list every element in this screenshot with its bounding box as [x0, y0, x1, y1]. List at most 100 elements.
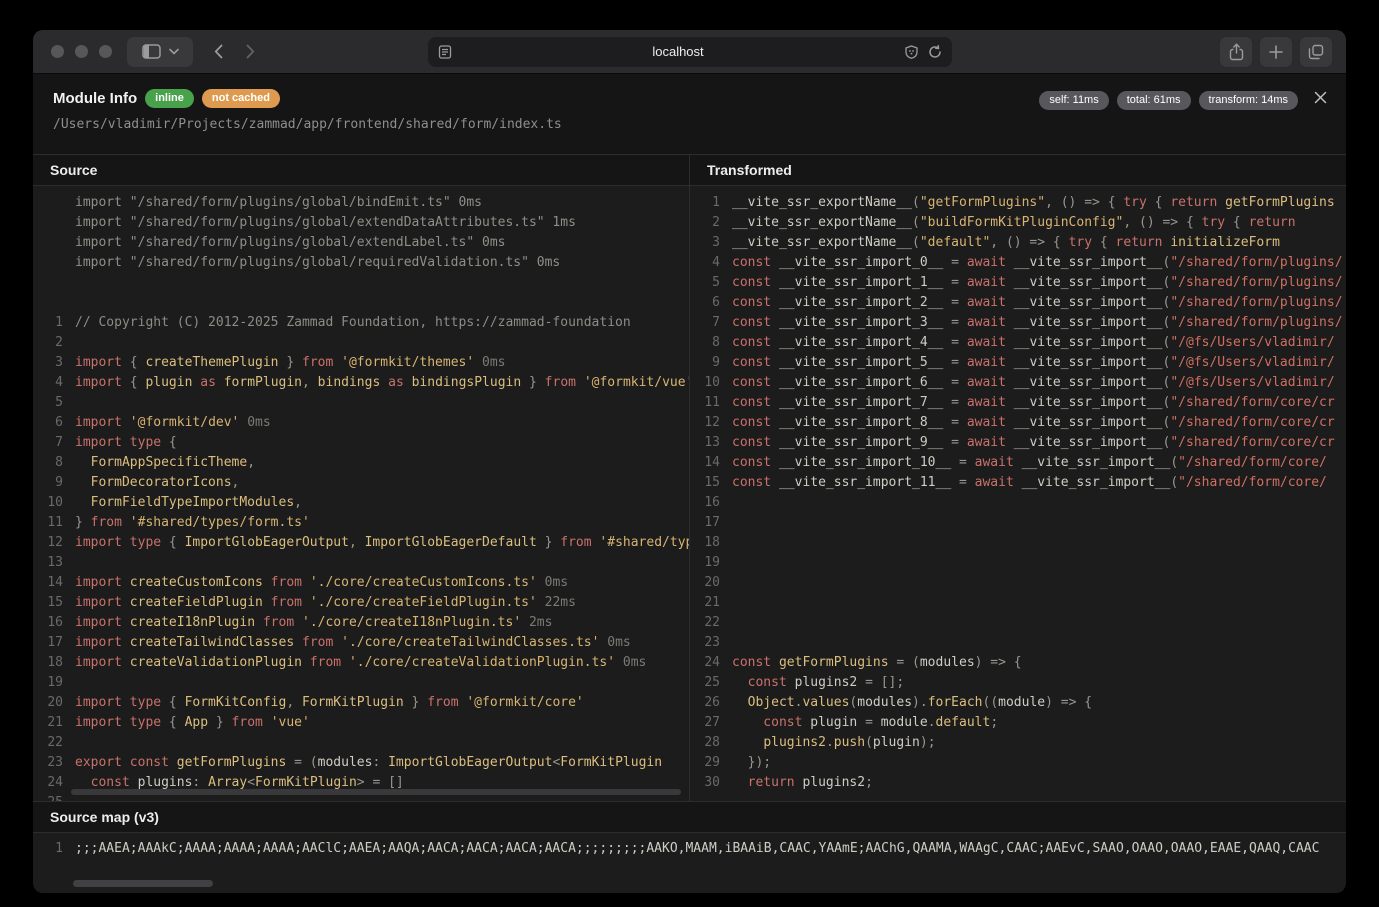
code-line: 1;;;AAEA;AAAkC;AAAA;AAAA;AAAA;AAClC;AAEA…: [33, 839, 1346, 859]
shield-icon[interactable]: [905, 45, 918, 59]
code-line: 18import createValidationPlugin from './…: [33, 653, 689, 673]
source-panel-title: Source: [33, 155, 689, 186]
code-line: 8const __vite_ssr_import_4__ = await __v…: [690, 333, 1346, 353]
code-line: 2: [33, 333, 689, 353]
sidebar-icon: [142, 44, 161, 59]
code-line: 23export const getFormPlugins = (modules…: [33, 753, 689, 773]
code-line: 11const __vite_ssr_import_7__ = await __…: [690, 393, 1346, 413]
code-line: 14const __vite_ssr_import_10__ = await _…: [690, 453, 1346, 473]
code-line: 14import createCustomIcons from './core/…: [33, 573, 689, 593]
inline-badge: inline: [145, 89, 194, 108]
sourcemap-title: Source map (v3): [33, 802, 1346, 833]
code-line: 6const __vite_ssr_import_2__ = await __v…: [690, 293, 1346, 313]
code-line: 3__vite_ssr_exportName__("default", () =…: [690, 233, 1346, 253]
code-line: 9 FormDecoratorIcons,: [33, 473, 689, 493]
page-title: Module Info: [53, 90, 137, 107]
code-line: 12import type { ImportGlobEagerOutput, I…: [33, 533, 689, 553]
code-line: 25 const plugins2 = [];: [690, 673, 1346, 693]
url-bar[interactable]: localhost: [428, 37, 952, 67]
code-line: [33, 273, 689, 293]
close-button[interactable]: [1310, 87, 1330, 107]
code-line: 1__vite_ssr_exportName__("getFormPlugins…: [690, 193, 1346, 213]
code-line: 30 return plugins2;: [690, 773, 1346, 793]
code-panels: Source import "/shared/form/plugins/glob…: [33, 154, 1346, 801]
new-tab-button[interactable]: [1260, 37, 1292, 67]
module-file-path: /Users/vladimir/Projects/zammad/app/fron…: [53, 117, 1326, 132]
code-line: 19: [33, 673, 689, 693]
cache-status-badge: not cached: [202, 89, 280, 108]
close-icon: [1314, 91, 1327, 104]
code-line: 28 plugins2.push(plugin);: [690, 733, 1346, 753]
plus-icon: [1269, 45, 1283, 59]
code-line: 19: [690, 553, 1346, 573]
tab-overview-button[interactable]: [1300, 37, 1332, 67]
code-line: 26 Object.values(modules).forEach((modul…: [690, 693, 1346, 713]
url-text: localhost: [452, 44, 905, 59]
code-line: 4const __vite_ssr_import_0__ = await __v…: [690, 253, 1346, 273]
code-line: 15const __vite_ssr_import_11__ = await _…: [690, 473, 1346, 493]
nav-buttons: [203, 37, 265, 67]
transformed-panel: Transformed 1__vite_ssr_exportName__("ge…: [689, 155, 1346, 801]
code-line: 23: [690, 633, 1346, 653]
traffic-lights: [51, 45, 112, 58]
code-line: 9const __vite_ssr_import_5__ = await __v…: [690, 353, 1346, 373]
code-line: 6import '@formkit/dev' 0ms: [33, 413, 689, 433]
code-line: 13: [33, 553, 689, 573]
code-line: 18: [690, 533, 1346, 553]
source-horizontal-scrollbar[interactable]: [71, 789, 681, 795]
code-line: 1// Copyright (C) 2012-2025 Zammad Found…: [33, 313, 689, 333]
code-line: import "/shared/form/plugins/global/requ…: [33, 253, 689, 273]
code-line: 21: [690, 593, 1346, 613]
code-line: 12const __vite_ssr_import_8__ = await __…: [690, 413, 1346, 433]
code-line: 17import createTailwindClasses from './c…: [33, 633, 689, 653]
share-icon: [1229, 43, 1244, 61]
share-button[interactable]: [1220, 37, 1252, 67]
code-line: 3import { createThemePlugin } from '@for…: [33, 353, 689, 373]
browser-toolbar: localhost: [33, 30, 1346, 74]
window-zoom-button[interactable]: [99, 45, 112, 58]
code-line: [33, 293, 689, 313]
reader-icon[interactable]: [438, 45, 452, 59]
window-minimize-button[interactable]: [75, 45, 88, 58]
transformed-code: 1__vite_ssr_exportName__("getFormPlugins…: [690, 186, 1346, 801]
tabs-icon: [1308, 44, 1324, 60]
module-info-header: Module Info inline not cached self: 11ms…: [33, 74, 1346, 154]
sourcemap-section: Source map (v3) 1;;;AAEA;AAAkC;AAAA;AAAA…: [33, 801, 1346, 893]
url-bar-actions: [905, 45, 942, 59]
browser-window: localhost: [33, 30, 1346, 893]
code-line: 20: [690, 573, 1346, 593]
code-line: 27 const plugin = module.default;: [690, 713, 1346, 733]
forward-button[interactable]: [235, 37, 265, 67]
code-line: 15import createFieldPlugin from './core/…: [33, 593, 689, 613]
code-line: 10const __vite_ssr_import_6__ = await __…: [690, 373, 1346, 393]
source-code: import "/shared/form/plugins/global/bind…: [33, 186, 689, 801]
code-line: 24const getFormPlugins = (modules) => {: [690, 653, 1346, 673]
code-line: 5: [33, 393, 689, 413]
total-time-badge: total: 61ms: [1117, 91, 1191, 110]
refresh-icon[interactable]: [928, 45, 942, 59]
transform-time-badge: transform: 14ms: [1199, 91, 1298, 110]
code-line: 8 FormAppSpecificTheme,: [33, 453, 689, 473]
back-button[interactable]: [203, 37, 233, 67]
code-line: 16import createI18nPlugin from './core/c…: [33, 613, 689, 633]
code-line: 5const __vite_ssr_import_1__ = await __v…: [690, 273, 1346, 293]
transformed-panel-title: Transformed: [690, 155, 1346, 186]
chevron-right-icon: [246, 44, 255, 59]
code-line: import "/shared/form/plugins/global/bind…: [33, 193, 689, 213]
sourcemap-horizontal-scrollbar[interactable]: [73, 880, 213, 887]
self-time-badge: self: 11ms: [1039, 91, 1108, 110]
code-line: 17: [690, 513, 1346, 533]
code-line: 13const __vite_ssr_import_9__ = await __…: [690, 433, 1346, 453]
code-line: import "/shared/form/plugins/global/exte…: [33, 233, 689, 253]
sidebar-toggle-button[interactable]: [127, 37, 193, 67]
code-line: 20import type { FormKitConfig, FormKitPl…: [33, 693, 689, 713]
code-line: 2__vite_ssr_exportName__("buildFormKitPl…: [690, 213, 1346, 233]
code-line: 22: [33, 733, 689, 753]
sourcemap-code: 1;;;AAEA;AAAkC;AAAA;AAAA;AAAA;AAClC;AAEA…: [33, 833, 1346, 893]
chevron-left-icon: [214, 44, 223, 59]
code-line: 4import { plugin as formPlugin, bindings…: [33, 373, 689, 393]
window-close-button[interactable]: [51, 45, 64, 58]
code-line: 7const __vite_ssr_import_3__ = await __v…: [690, 313, 1346, 333]
code-line: import "/shared/form/plugins/global/exte…: [33, 213, 689, 233]
code-line: 22: [690, 613, 1346, 633]
